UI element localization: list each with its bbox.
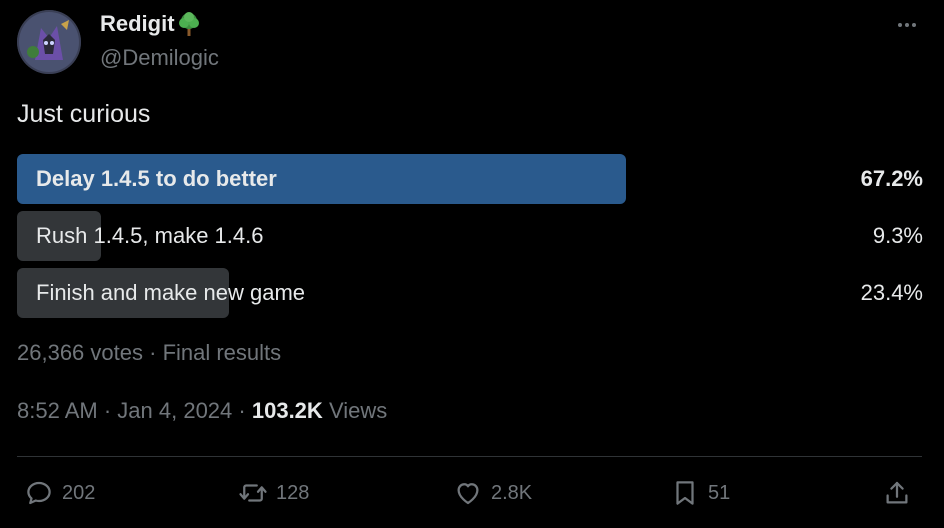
- reply-count: 202: [62, 481, 96, 504]
- separator: ·: [149, 340, 157, 365]
- poll-option: Rush 1.4.5, make 1.4.6 9.3%: [17, 211, 923, 261]
- divider: [17, 456, 922, 457]
- tweet-time[interactable]: 8:52 AM: [17, 398, 98, 423]
- poll-option: Finish and make new game 23.4%: [17, 268, 923, 318]
- poll-votes: 26,366 votes: [17, 340, 143, 365]
- more-dot-icon: [912, 23, 916, 27]
- views-label: Views: [328, 398, 388, 423]
- poll-option: Delay 1.4.5 to do better 67.2%: [17, 154, 923, 204]
- poll-option-percent: 23.4%: [860, 280, 923, 305]
- avatar-image: [17, 10, 81, 74]
- tree-icon: [177, 11, 201, 37]
- poll-summary: 26,366 votes · Final results: [17, 340, 281, 366]
- retweet-icon: [239, 484, 267, 502]
- reply-icon: [27, 481, 51, 505]
- poll-option-percent: 67.2%: [860, 166, 923, 191]
- more-dot-icon: [898, 23, 902, 27]
- poll-option-percent: 9.3%: [872, 223, 923, 248]
- heart-icon: [457, 483, 479, 505]
- author-name[interactable]: Redigit: [100, 11, 201, 37]
- bookmark-button[interactable]: 51: [670, 478, 730, 508]
- bookmark-icon: [676, 481, 694, 505]
- more-dot-icon: [905, 23, 909, 27]
- reply-button[interactable]: 202: [24, 478, 95, 508]
- tweet-meta: 8:52 AM · Jan 4, 2024 · 103.2K Views: [17, 398, 387, 424]
- poll-option-label: Delay 1.4.5 to do better: [36, 166, 277, 191]
- poll-status: Final results: [162, 340, 282, 365]
- tweet-date[interactable]: Jan 4, 2024: [117, 398, 232, 423]
- views-count: 103.2K: [251, 398, 323, 423]
- share-icon: [886, 481, 908, 504]
- poll-option-label: Finish and make new game: [36, 280, 306, 305]
- retweet-count: 128: [276, 481, 310, 504]
- separator: ·: [103, 398, 112, 423]
- avatar[interactable]: [17, 10, 81, 74]
- tweet-text: Just curious: [17, 100, 151, 128]
- author-display-name[interactable]: Redigit: [100, 11, 175, 37]
- retweet-button[interactable]: 128: [238, 478, 309, 508]
- poll-option-label: Rush 1.4.5, make 1.4.6: [36, 223, 264, 248]
- bookmark-count: 51: [708, 481, 731, 504]
- share-button[interactable]: [882, 478, 912, 508]
- like-button[interactable]: 2.8K: [453, 478, 532, 508]
- like-count: 2.8K: [491, 481, 533, 504]
- author-handle[interactable]: @Demilogic: [100, 45, 219, 71]
- more-options-button[interactable]: [892, 12, 922, 38]
- separator: ·: [238, 398, 246, 423]
- poll: Delay 1.4.5 to do better 67.2% Rush 1.4.…: [17, 154, 923, 325]
